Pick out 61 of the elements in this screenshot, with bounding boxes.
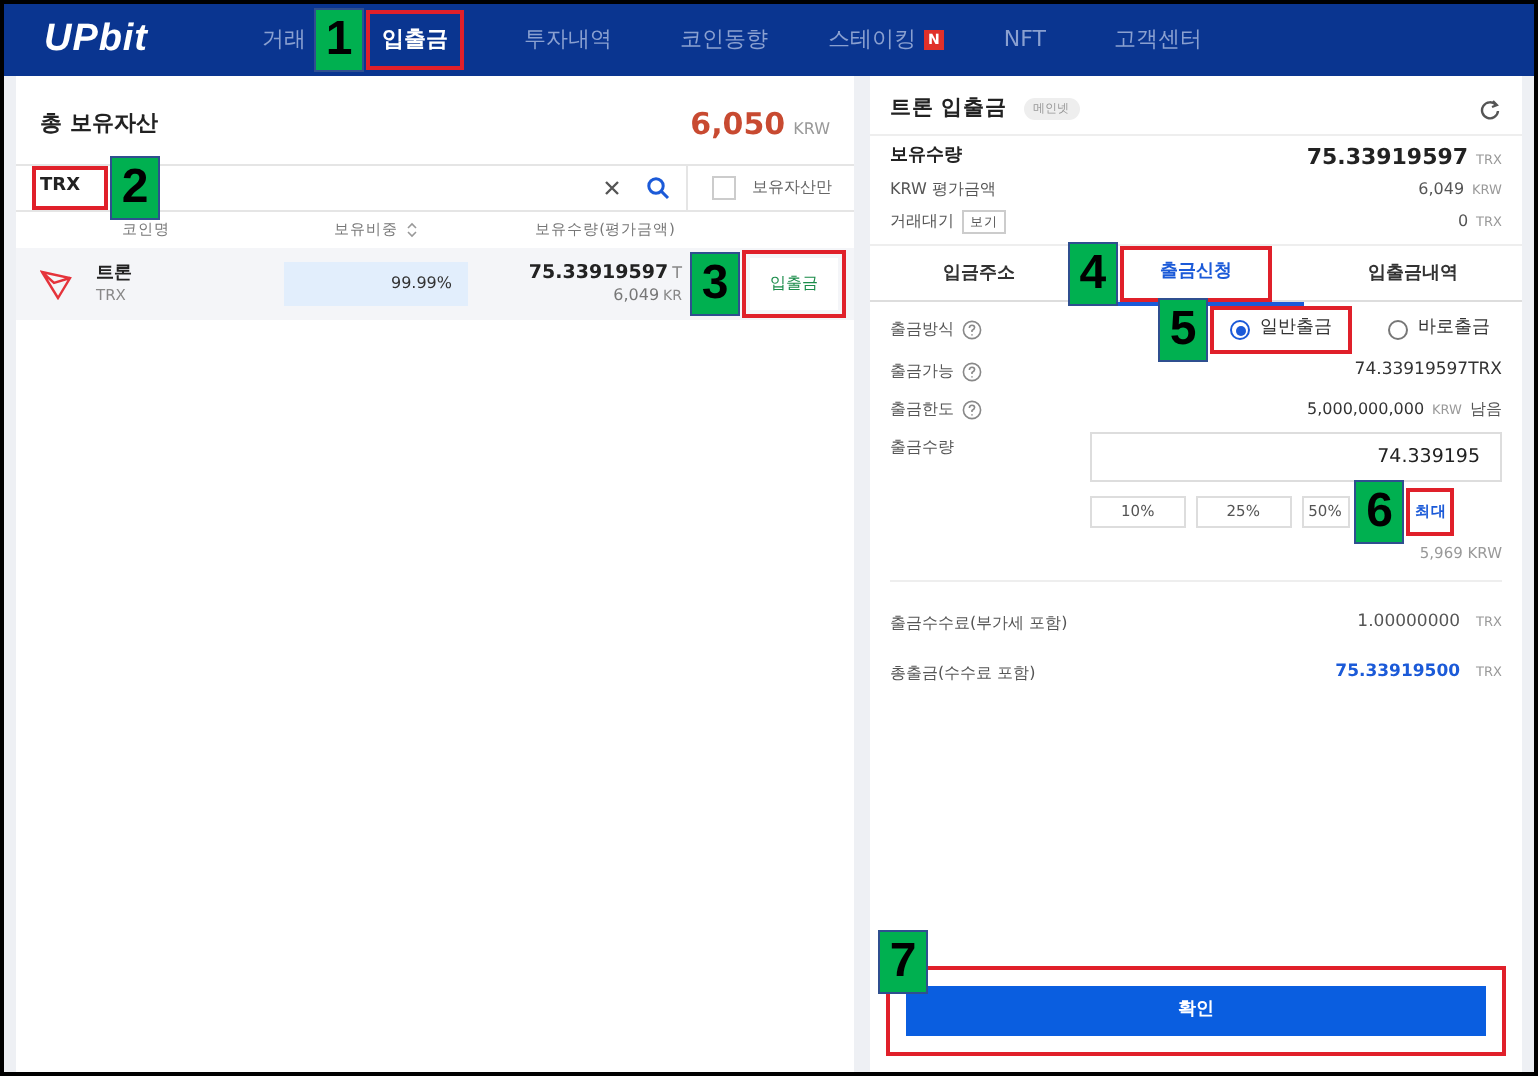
radio-option[interactable]: 일반출금 bbox=[1218, 314, 1344, 346]
radio-button[interactable] bbox=[1230, 320, 1250, 340]
triangle-logo-icon bbox=[40, 269, 72, 299]
refresh-icon bbox=[1478, 98, 1502, 120]
help-icon bbox=[962, 399, 982, 419]
field-label: KRW 평가금액 bbox=[890, 178, 996, 202]
nav-tab[interactable]: 스테이킹 bbox=[828, 23, 916, 57]
coin-name: 트론 bbox=[96, 263, 132, 286]
help-icon bbox=[962, 320, 982, 340]
clear-icon bbox=[602, 178, 622, 198]
holding-amount: 75.33919597 bbox=[528, 262, 669, 286]
callout-number: 1 bbox=[314, 8, 364, 72]
radio-option[interactable]: 바로출금 bbox=[1376, 314, 1502, 346]
search-icon bbox=[646, 176, 670, 200]
field-label: 보유수량 bbox=[890, 144, 962, 171]
help-icon bbox=[962, 361, 982, 381]
field-label: 출금방식 bbox=[890, 318, 954, 342]
nav-tab[interactable]: NFT bbox=[995, 17, 1054, 63]
logo[interactable]: UPbit bbox=[44, 11, 254, 69]
field-label: 총출금(수수료 포함) bbox=[890, 661, 1036, 686]
field-value: 6,049 bbox=[1418, 178, 1465, 202]
field-value: 0 bbox=[1457, 210, 1469, 234]
field-value: 75.33919597 bbox=[1306, 141, 1469, 174]
field-label: 출금수량 bbox=[890, 436, 954, 460]
field-value: 74.33919597TRX bbox=[1354, 358, 1502, 384]
tab[interactable]: 입금주소 bbox=[910, 256, 1047, 295]
krw-value: 6,049 bbox=[613, 285, 660, 306]
unit-label: KRW bbox=[793, 117, 830, 142]
total-amount: 6,050 bbox=[690, 103, 786, 146]
callout-number: 2 bbox=[110, 156, 160, 220]
field-suffix: 남음 bbox=[1470, 397, 1502, 421]
nav-tab[interactable]: 입출금 bbox=[374, 17, 456, 63]
field-label: 출금가능 bbox=[890, 359, 954, 383]
nav-tab[interactable]: 투자내역 bbox=[516, 17, 620, 63]
panel-title: 총 보유자산 bbox=[40, 107, 158, 140]
nav-tab[interactable]: 거래 bbox=[254, 17, 314, 63]
callout-number: 4 bbox=[1067, 241, 1118, 306]
callout-number: 3 bbox=[690, 252, 740, 316]
confirm-button[interactable]: 확인 bbox=[906, 986, 1486, 1036]
field-label: 거래대기 bbox=[890, 210, 954, 234]
callout-number: 6 bbox=[1354, 480, 1405, 544]
callout-number: 5 bbox=[1158, 298, 1208, 362]
checkbox-label[interactable]: 보유자산만 bbox=[752, 176, 832, 200]
field-value: 75.33919500 bbox=[1335, 660, 1461, 687]
checkbox[interactable] bbox=[712, 176, 736, 200]
callout-number: 7 bbox=[878, 930, 928, 994]
unit-label: T bbox=[672, 264, 682, 285]
deposit-withdraw-button[interactable]: 입출금 bbox=[750, 258, 838, 310]
field-label: 출금한도 bbox=[890, 397, 954, 421]
tab[interactable]: 입출금내역 bbox=[1336, 256, 1491, 295]
share-cell: 99.99% bbox=[284, 262, 468, 306]
tab[interactable]: 출금신청 bbox=[1127, 254, 1264, 293]
panel-title: 트론 입출금 bbox=[890, 93, 1008, 124]
nav-tab[interactable]: 코인동향 bbox=[672, 17, 776, 63]
radio-button[interactable] bbox=[1388, 320, 1408, 340]
field-value: 5,000,000,000 bbox=[1307, 397, 1425, 421]
nav-tab[interactable]: 고객센터 bbox=[1105, 17, 1210, 63]
amount-field[interactable]: 74.339195 bbox=[1090, 432, 1502, 482]
sort-icon bbox=[406, 222, 418, 238]
field-label: 출금수수료(부가세 포함) bbox=[890, 611, 1068, 636]
field-value: 1.00000000 bbox=[1357, 610, 1461, 637]
